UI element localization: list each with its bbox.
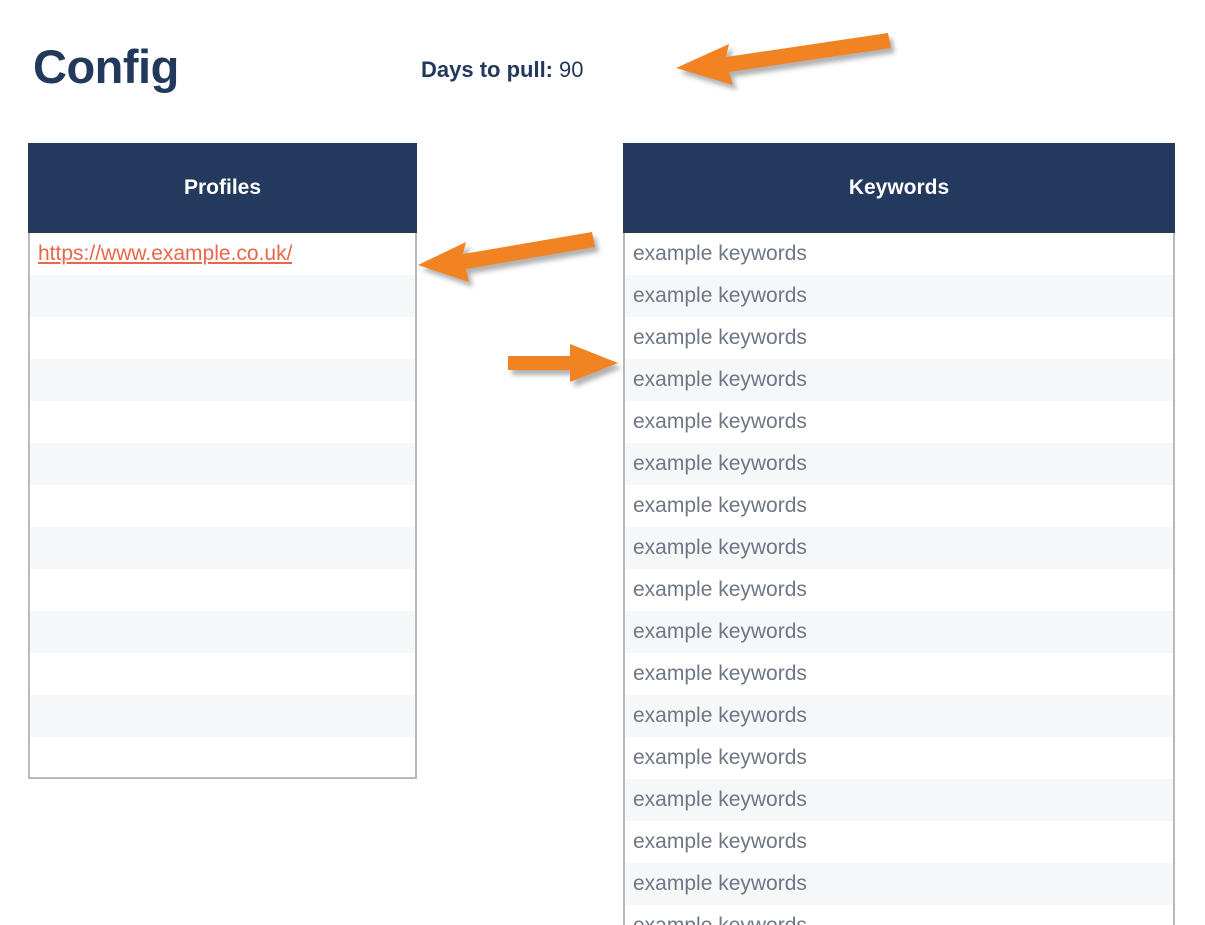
profiles-table-row bbox=[30, 401, 415, 443]
profiles-table-row bbox=[30, 737, 415, 777]
keywords-table-row: example keywords bbox=[625, 779, 1173, 821]
keywords-table-row: example keywords bbox=[625, 653, 1173, 695]
days-to-pull-value: 90 bbox=[559, 57, 584, 82]
keyword-cell: example keywords bbox=[633, 284, 807, 307]
keywords-table-row: example keywords bbox=[625, 401, 1173, 443]
keyword-cell: example keywords bbox=[625, 914, 807, 925]
keyword-cell: example keywords bbox=[633, 578, 807, 601]
keywords-table: Keywords example keywords example keyword… bbox=[623, 143, 1175, 925]
keyword-cell: example keywords bbox=[633, 620, 807, 643]
keywords-table-body: example keywords example keywords example … bbox=[625, 233, 1173, 925]
keyword-cell: example keywords bbox=[633, 410, 807, 433]
keyword-cell: example keywords bbox=[633, 242, 807, 265]
days-to-pull-label: Days to pull: bbox=[421, 57, 554, 82]
keywords-table-row: example keywords bbox=[625, 275, 1173, 317]
arrow-to-keywords-icon bbox=[508, 344, 618, 382]
keywords-table-row: example keywords bbox=[625, 359, 1173, 401]
arrow-to-days-to-pull-icon bbox=[676, 33, 891, 85]
profiles-table: Profiles https://www.example.co.uk/ bbox=[28, 143, 417, 779]
keyword-cell: example keywords bbox=[633, 662, 807, 685]
profiles-table-row bbox=[30, 695, 415, 737]
keyword-cell: example keywords bbox=[633, 746, 807, 769]
profiles-table-row bbox=[30, 527, 415, 569]
keywords-table-row: example keywords bbox=[625, 527, 1173, 569]
keywords-table-row: example keywords bbox=[625, 737, 1173, 779]
profiles-table-row bbox=[30, 275, 415, 317]
keyword-cell: example keywords bbox=[633, 788, 807, 811]
keyword-cell: example keywords bbox=[633, 326, 807, 349]
profiles-table-row bbox=[30, 611, 415, 653]
keywords-table-row: example keywords bbox=[625, 611, 1173, 653]
keyword-cell: example keywords bbox=[633, 830, 807, 853]
profiles-table-row bbox=[30, 359, 415, 401]
arrow-to-profile-url-icon bbox=[418, 232, 595, 282]
profile-url-link[interactable]: https://www.example.co.uk/ bbox=[38, 242, 292, 265]
keywords-table-row: example keywords bbox=[625, 569, 1173, 611]
keyword-cell: example keywords bbox=[633, 494, 807, 517]
keywords-table-row: example keywords bbox=[625, 233, 1173, 275]
keyword-cell: example keywords bbox=[633, 368, 807, 391]
keyword-cell: example keywords bbox=[633, 704, 807, 727]
profiles-table-body: https://www.example.co.uk/ bbox=[30, 233, 415, 777]
profiles-table-row bbox=[30, 569, 415, 611]
keywords-table-row: example keywords bbox=[625, 485, 1173, 527]
days-to-pull-setting: Days to pull: 90 bbox=[421, 57, 584, 83]
keywords-table-row: example keywords bbox=[625, 905, 1173, 925]
keywords-table-row: example keywords bbox=[625, 863, 1173, 905]
keywords-table-row: example keywords bbox=[625, 317, 1173, 359]
page-title: Config bbox=[33, 40, 179, 93]
profiles-table-header: Profiles bbox=[28, 143, 417, 233]
profiles-table-row bbox=[30, 485, 415, 527]
keywords-table-row: example keywords bbox=[625, 443, 1173, 485]
keyword-cell: example keywords bbox=[633, 452, 807, 475]
keyword-cell: example keywords bbox=[633, 872, 807, 895]
keyword-cell: example keywords bbox=[633, 536, 807, 559]
keywords-table-header: Keywords bbox=[623, 143, 1175, 233]
profiles-table-row: https://www.example.co.uk/ bbox=[30, 233, 415, 275]
profiles-table-row bbox=[30, 443, 415, 485]
profiles-table-row bbox=[30, 317, 415, 359]
profiles-cell: https://www.example.co.uk/ bbox=[30, 242, 292, 266]
keywords-table-row: example keywords bbox=[625, 695, 1173, 737]
keywords-table-row: example keywords bbox=[625, 821, 1173, 863]
profiles-table-row bbox=[30, 653, 415, 695]
